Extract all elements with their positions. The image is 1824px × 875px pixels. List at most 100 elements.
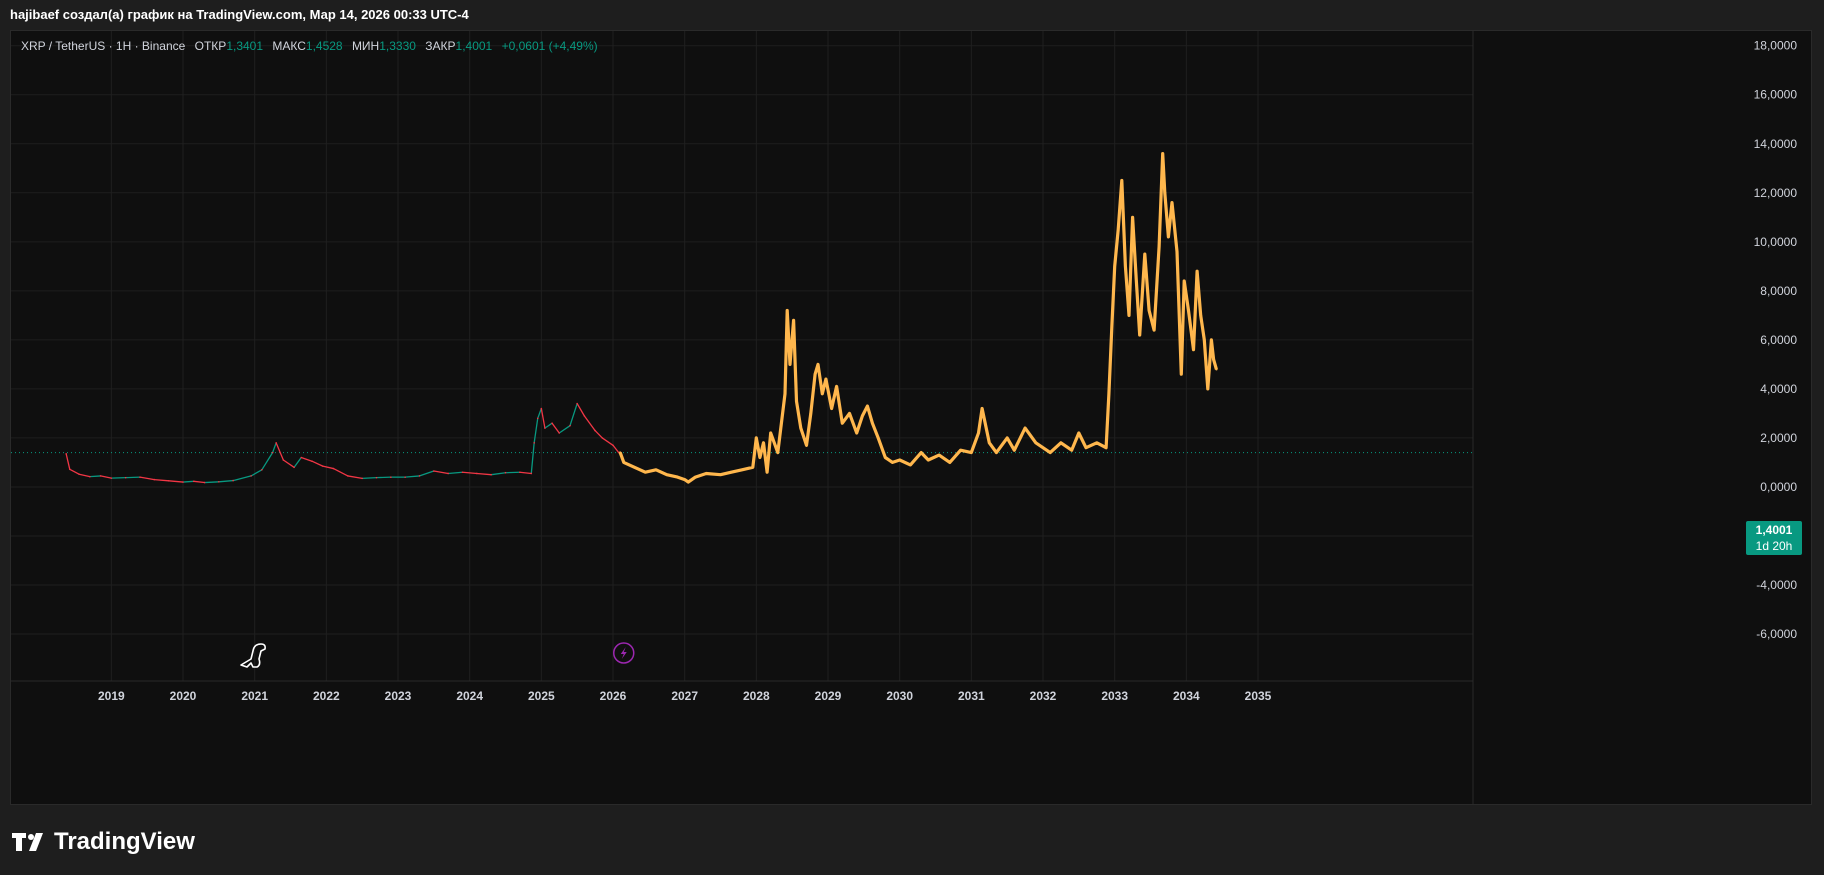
projection-point: [740, 468, 744, 471]
projection-point: [780, 422, 783, 425]
history-point: [282, 459, 285, 461]
x-tick-label: 2030: [886, 689, 913, 703]
history-segment: [193, 480, 205, 484]
x-tick-label: 2029: [815, 689, 842, 703]
x-tick-label: 2031: [958, 689, 985, 703]
y-tick-label: 18,0000: [1754, 39, 1798, 53]
history-point: [271, 451, 274, 454]
projection-point: [633, 466, 636, 469]
x-tick-label: 2021: [241, 689, 268, 703]
projection-point: [1127, 314, 1131, 317]
projection-point: [1138, 333, 1141, 337]
projection-point: [795, 399, 798, 403]
projection-point: [1152, 328, 1156, 332]
history-segment: [551, 422, 560, 434]
history-segment: [100, 475, 112, 479]
history-point: [124, 476, 127, 479]
projection-point: [855, 431, 858, 435]
projection-point: [799, 426, 802, 430]
projection-point: [884, 456, 887, 459]
projection-point: [821, 392, 824, 396]
history-segment: [419, 470, 435, 477]
x-tick-label: 2035: [1245, 689, 1272, 703]
history-segment: [594, 430, 603, 439]
projection-point: [871, 422, 874, 425]
projection-point: [841, 422, 844, 425]
history-point: [558, 432, 561, 434]
x-tick-label: 2019: [98, 689, 125, 703]
price-chart[interactable]: 18,0000 16,0000 14,0000 12,0000 10,0000 8,000…: [11, 31, 1811, 804]
history-point: [447, 472, 449, 475]
tradingview-brand[interactable]: TradingView: [12, 828, 195, 856]
history-segment: [476, 472, 492, 476]
history-point: [601, 437, 604, 439]
history-segment: [333, 467, 349, 477]
y-tick-label: 2,0000: [1760, 431, 1797, 445]
projection-point: [1104, 446, 1108, 449]
projection-point: [1023, 426, 1027, 430]
history-segment: [282, 459, 295, 468]
history-segment: [347, 475, 363, 480]
y-tick-label: 0,0000: [1760, 480, 1797, 494]
projection-point: [813, 372, 817, 376]
projection-point: [1143, 252, 1146, 256]
projection-point: [783, 392, 787, 396]
close-label: ЗАКР: [425, 39, 456, 53]
brand-name: TradingView: [54, 828, 195, 855]
history-point: [519, 471, 521, 474]
history-point: [530, 472, 533, 475]
history-point: [218, 481, 220, 483]
current-price-label: 1,4001: [1755, 523, 1793, 537]
projection-point: [1107, 392, 1111, 396]
projection-point: [1157, 245, 1161, 248]
history-segment: [139, 476, 155, 481]
symbol-label[interactable]: XRP / TetherUS · 1H · Binance: [21, 39, 185, 53]
x-tick-label: 2025: [528, 689, 555, 703]
projection-point: [755, 436, 758, 440]
projection-point: [1170, 201, 1174, 204]
history-segment: [154, 478, 169, 482]
history-segment: [301, 456, 313, 462]
lightning-event-icon[interactable]: [613, 642, 635, 664]
projection-point: [644, 471, 647, 474]
history-segment: [583, 415, 596, 431]
chart-panel[interactable]: 18,0000 16,0000 14,0000 12,0000 10,0000 8,000…: [10, 30, 1812, 805]
projection-point: [1195, 270, 1199, 273]
history-segment: [250, 469, 263, 477]
x-tick-label: 2023: [385, 689, 412, 703]
x-tick-label: 2026: [600, 689, 627, 703]
history-segment: [261, 452, 274, 471]
projection-point: [937, 453, 941, 457]
dinosaur-icon: [240, 643, 266, 668]
history-point: [533, 442, 535, 444]
history-point: [612, 444, 614, 447]
history-point: [461, 471, 464, 474]
history-segment: [530, 442, 535, 474]
projection-point: [719, 473, 722, 476]
history-segment: [275, 442, 284, 461]
open-value: 1,3401: [226, 39, 264, 53]
projection-point: [1041, 446, 1045, 449]
history-segment: [65, 453, 71, 470]
open-label: ОТКР: [194, 39, 227, 53]
y-tick-label: -4,0000: [1756, 578, 1797, 592]
history-point: [110, 477, 113, 479]
close-value: 1,4001: [455, 39, 493, 53]
projection-point: [995, 451, 998, 454]
projection-point: [792, 319, 795, 322]
projection-point: [1124, 265, 1127, 268]
x-tick-label: 2028: [743, 689, 770, 703]
history-point: [551, 422, 553, 425]
projection-point: [959, 448, 962, 452]
projection-point: [948, 461, 952, 464]
x-tick-label: 2032: [1030, 689, 1057, 703]
projection-point: [988, 441, 991, 445]
projection-point: [1120, 179, 1124, 182]
projection-point: [665, 473, 668, 476]
dinosaur-outline: [240, 643, 266, 668]
projection-point: [1199, 314, 1202, 317]
history-point: [536, 417, 539, 420]
x-tick-label: 2022: [313, 689, 340, 703]
projection-point: [980, 407, 984, 410]
history-segment: [89, 475, 101, 478]
